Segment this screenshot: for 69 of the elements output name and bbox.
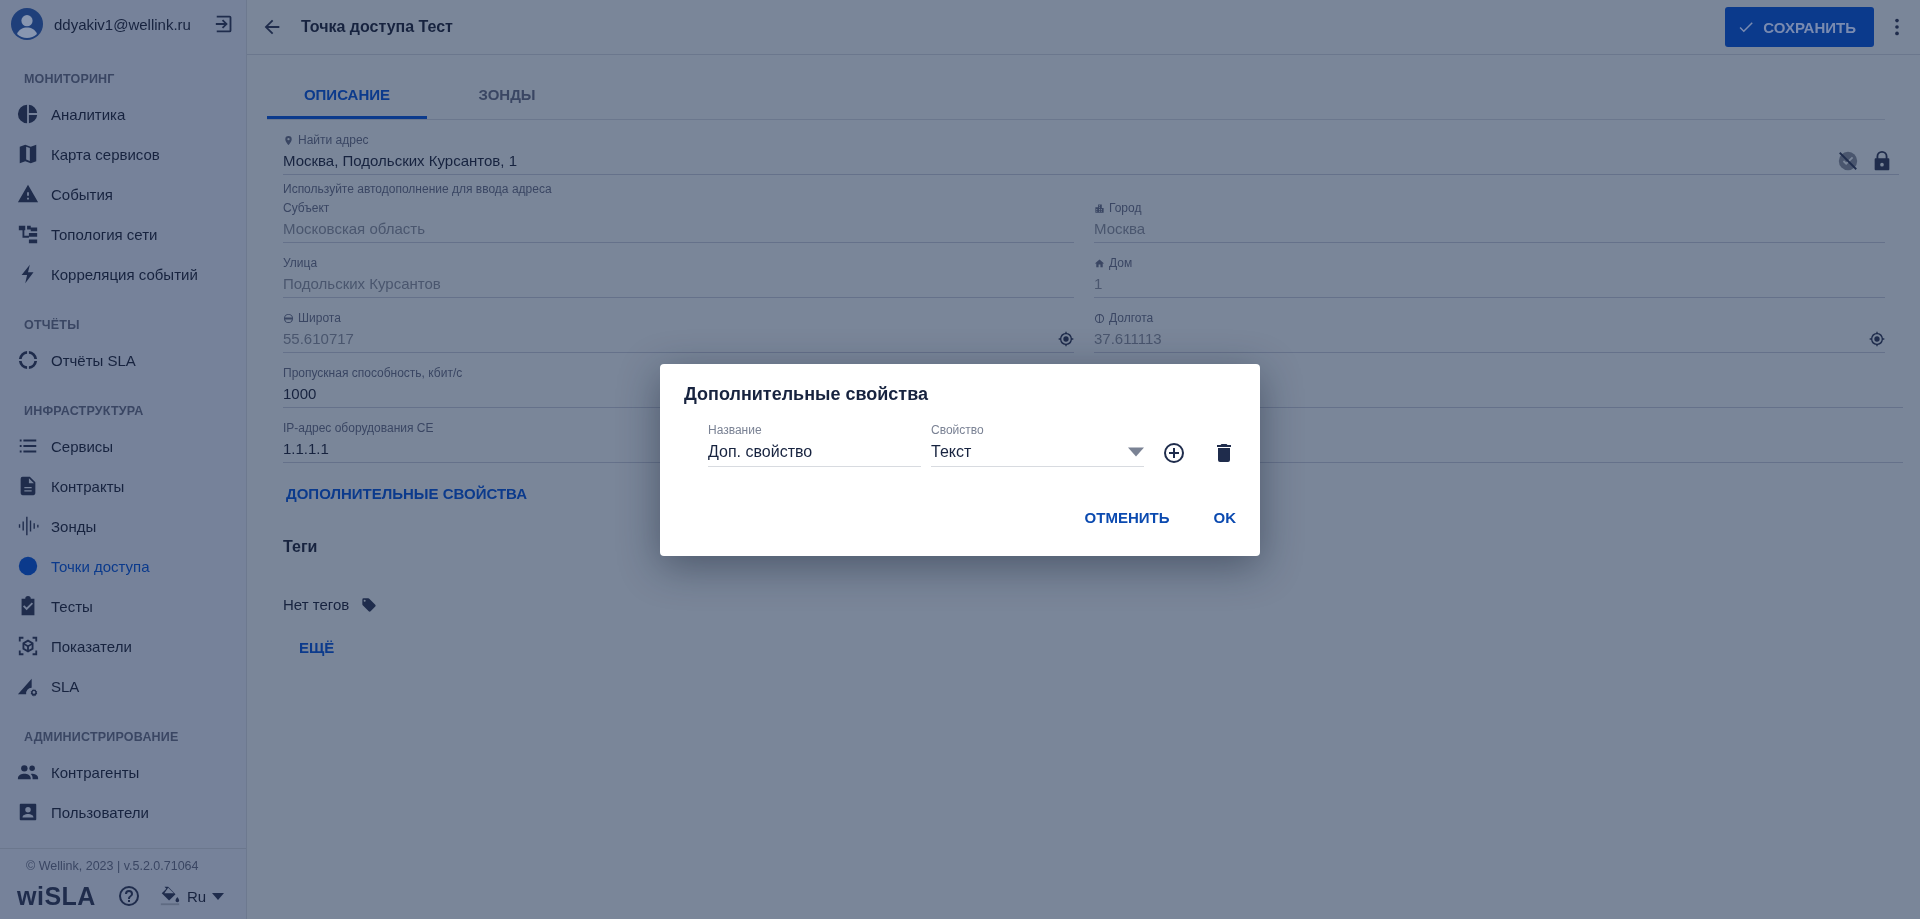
field-label: Найти адрес (298, 133, 369, 147)
avatar-icon (11, 8, 43, 40)
sidebar-item[interactable]: Топология сети (0, 214, 246, 254)
circle-segments-icon (17, 349, 39, 371)
home-icon (1094, 257, 1105, 269)
field-label: Широта (298, 311, 341, 325)
page-title: Точка доступа Тест (301, 18, 454, 36)
field-label: Город (1109, 201, 1142, 215)
save-button[interactable]: СОХРАНИТЬ (1725, 7, 1874, 47)
location-off-icon[interactable] (1837, 149, 1859, 172)
waveform-icon (17, 515, 39, 537)
warning-icon (17, 183, 39, 205)
additional-properties-button[interactable]: ДОПОЛНИТЕЛЬНЫЕ СВОЙСТВА (283, 485, 530, 502)
section-title: ОТЧЁТЫ (23, 317, 81, 334)
sidebar-item[interactable]: Корреляция событий (0, 254, 246, 294)
sidebar-item[interactable]: Контракты (0, 466, 246, 506)
sidebar-item[interactable]: Карта сервисов (0, 134, 246, 174)
tags-heading: Теги (283, 538, 318, 556)
tab[interactable]: ОПИСАНИЕ (267, 73, 427, 119)
latitude-icon (283, 312, 294, 324)
logo: wiSLA (17, 881, 97, 911)
section-title: АДМИНИСТРИРОВАНИЕ (23, 729, 180, 746)
field-label: IP-адрес оборудования CE (283, 421, 434, 435)
longitude-icon (1094, 312, 1105, 324)
user-email: ddyakiv1@wellink.ru (54, 15, 192, 33)
input-field[interactable]: Доп. свойство (708, 437, 921, 467)
sidebar-item[interactable]: Показатели (0, 626, 246, 666)
caret-icon (212, 892, 225, 900)
field-label: Дом (1109, 256, 1133, 270)
tag-icon[interactable] (361, 596, 378, 613)
sidebar-item[interactable]: Точки доступа (0, 546, 246, 586)
section-title: МОНИТОРИНГ (23, 71, 116, 88)
dialog-title: Дополнительные свойства (684, 384, 929, 405)
field-label: Свойство (931, 423, 985, 437)
language-select[interactable]: Ru (187, 887, 225, 905)
sidebar-item[interactable]: Сервисы (0, 426, 246, 466)
sidebar-item[interactable]: Отчёты SLA (0, 340, 246, 380)
field-label: Название (708, 423, 763, 437)
sidebar-item[interactable]: Тесты (0, 586, 246, 626)
buildings-icon (1094, 202, 1105, 214)
pie-chart-icon (17, 103, 39, 125)
field-label: Долгота (1109, 311, 1154, 325)
sidebar-item[interactable]: Пользователи (0, 792, 246, 832)
help-icon[interactable] (117, 884, 141, 908)
more-button[interactable]: ЕЩЁ (283, 631, 351, 664)
dot-icon (17, 555, 39, 577)
user-card-icon (17, 801, 39, 823)
dialog-button[interactable]: OK (1201, 503, 1248, 532)
tab[interactable]: ЗОНДЫ (427, 73, 587, 119)
map-icon (17, 143, 39, 165)
hint-text: Используйте автодополнение для ввода адреса (283, 182, 553, 196)
no-tags-text: Нет тегов (283, 596, 350, 613)
paint-bucket-icon[interactable] (159, 885, 181, 907)
cube-icon (17, 635, 39, 657)
sidebar-item[interactable]: SLA (0, 666, 246, 706)
field-label: Субъект (283, 201, 330, 215)
network-icon (17, 223, 39, 245)
field-label: Улица (283, 256, 318, 270)
sidebar-item[interactable]: Аналитика (0, 94, 246, 134)
sidebar-item[interactable]: События (0, 174, 246, 214)
pin-icon (283, 134, 294, 146)
sidebar-item[interactable]: Зонды (0, 506, 246, 546)
section-title: ИНФРАСТРУКТУРА (23, 403, 145, 420)
input-field[interactable]: Москва, Подольских Курсантов, 1 (283, 147, 1899, 175)
dropdown-field[interactable]: Текст (931, 437, 1144, 467)
field-label: Пропускная способность, кбит/с (283, 366, 463, 380)
dialog-button[interactable]: ОТМЕНИТЬ (1072, 503, 1182, 532)
copyright-text: © Wellink, 2023 | v.5.2.0.71064 (26, 859, 200, 873)
sidebar-item[interactable]: Контрагенты (0, 752, 246, 792)
